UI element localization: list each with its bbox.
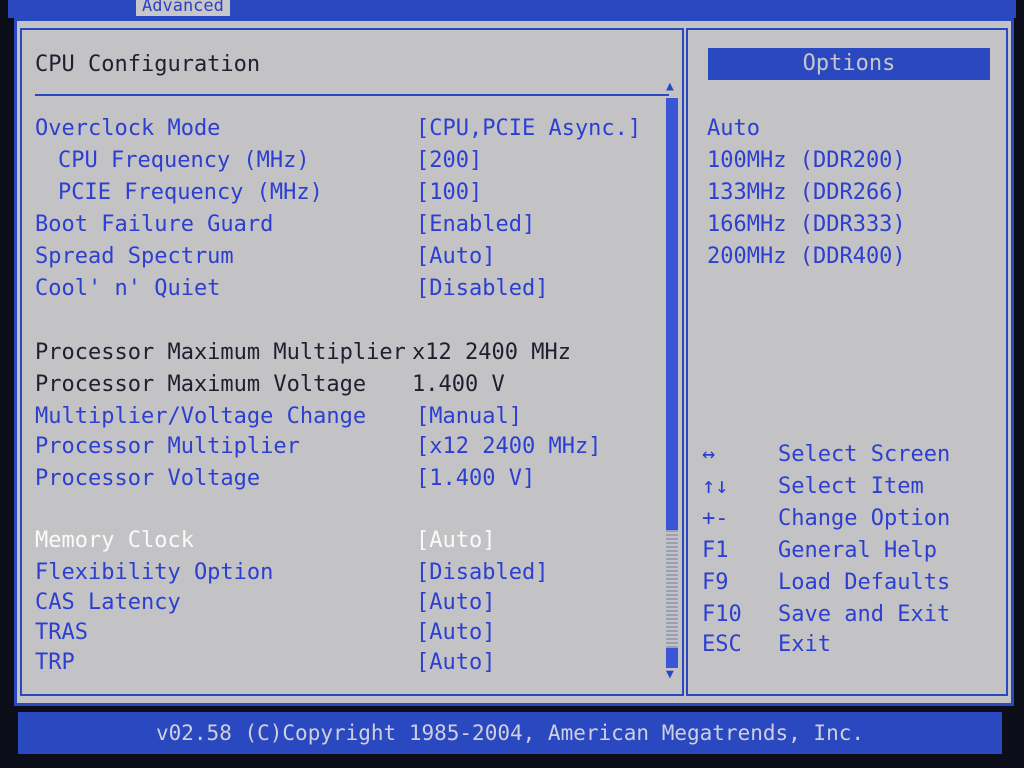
settings-scrollbar[interactable]: ▲ ▼ — [664, 80, 680, 688]
key-help-exit: Exit — [778, 632, 831, 657]
max-voltage-value: 1.400 V — [412, 372, 505, 397]
spread-spectrum-value[interactable]: [Auto] — [416, 244, 495, 269]
cpu-frequency-value[interactable]: [200] — [416, 148, 482, 173]
key-help-save-exit: Save and Exit — [778, 602, 951, 627]
processor-multiplier-label[interactable]: Processor Multiplier — [35, 434, 300, 459]
memory-clock-value[interactable]: [Auto] — [416, 528, 495, 553]
overclock-mode-label[interactable]: Overclock Mode — [35, 116, 220, 141]
title-divider — [35, 94, 669, 96]
memory-clock-label[interactable]: Memory Clock — [35, 528, 194, 553]
option-item[interactable]: 166MHz (DDR333) — [707, 212, 906, 237]
boot-failure-guard-value[interactable]: [Enabled] — [416, 212, 535, 237]
key-esc: ESC — [702, 632, 742, 657]
cas-latency-value[interactable]: [Auto] — [416, 590, 495, 615]
cas-latency-label[interactable]: CAS Latency — [35, 590, 181, 615]
processor-multiplier-value[interactable]: [x12 2400 MHz] — [416, 434, 601, 459]
flexibility-option-value[interactable]: [Disabled] — [416, 560, 548, 585]
options-header: Options — [708, 48, 990, 80]
up-down-arrows-icon: ↑↓ — [702, 474, 729, 499]
spread-spectrum-label[interactable]: Spread Spectrum — [35, 244, 234, 269]
overclock-mode-value[interactable]: [CPU,PCIE Async.] — [416, 116, 641, 141]
scroll-thumb[interactable] — [666, 530, 678, 648]
key-help-general-help: General Help — [778, 538, 937, 563]
option-item[interactable]: 100MHz (DDR200) — [707, 148, 906, 173]
key-f1: F1 — [702, 538, 729, 563]
cpu-frequency-label[interactable]: CPU Frequency (MHz) — [58, 148, 310, 173]
tras-value[interactable]: [Auto] — [416, 620, 495, 645]
key-plus-minus: +- — [702, 506, 729, 531]
scroll-down-icon[interactable]: ▼ — [666, 668, 674, 682]
cool-n-quiet-label[interactable]: Cool' n' Quiet — [35, 276, 220, 301]
option-item[interactable]: Auto — [707, 116, 760, 141]
option-item[interactable]: 133MHz (DDR266) — [707, 180, 906, 205]
boot-failure-guard-label[interactable]: Boot Failure Guard — [35, 212, 273, 237]
cool-n-quiet-value[interactable]: [Disabled] — [416, 276, 548, 301]
multiplier-voltage-change-label[interactable]: Multiplier/Voltage Change — [35, 404, 366, 429]
page-title: CPU Configuration — [35, 52, 261, 77]
key-help-select-screen: Select Screen — [778, 442, 951, 467]
trp-label[interactable]: TRP — [35, 650, 75, 675]
max-voltage-label: Processor Maximum Voltage — [35, 372, 367, 397]
key-help-change-option: Change Option — [778, 506, 951, 531]
tras-label[interactable]: TRAS — [35, 620, 88, 645]
scroll-up-icon[interactable]: ▲ — [666, 80, 674, 94]
pcie-frequency-label[interactable]: PCIE Frequency (MHz) — [58, 180, 323, 205]
pcie-frequency-value[interactable]: [100] — [416, 180, 482, 205]
left-right-arrows-icon: ↔ — [702, 442, 716, 467]
flexibility-option-label[interactable]: Flexibility Option — [35, 560, 273, 585]
max-multiplier-label: Processor Maximum Multiplier — [35, 340, 406, 365]
option-item[interactable]: 200MHz (DDR400) — [707, 244, 906, 269]
multiplier-voltage-change-value[interactable]: [Manual] — [416, 404, 522, 429]
processor-voltage-value[interactable]: [1.400 V] — [416, 466, 535, 491]
key-help-load-defaults: Load Defaults — [778, 570, 951, 595]
key-f9: F9 — [702, 570, 729, 595]
key-help-select-item: Select Item — [778, 474, 924, 499]
bios-screen: Advanced CPU Configuration Overclock Mod… — [0, 0, 1024, 768]
top-menu-bar: Advanced — [8, 0, 1016, 18]
processor-voltage-label[interactable]: Processor Voltage — [35, 466, 260, 491]
tab-advanced[interactable]: Advanced — [136, 0, 230, 16]
max-multiplier-value: x12 2400 MHz — [412, 340, 571, 365]
copyright-footer: v02.58 (C)Copyright 1985-2004, American … — [18, 712, 1002, 754]
trp-value[interactable]: [Auto] — [416, 650, 495, 675]
key-f10: F10 — [702, 602, 742, 627]
